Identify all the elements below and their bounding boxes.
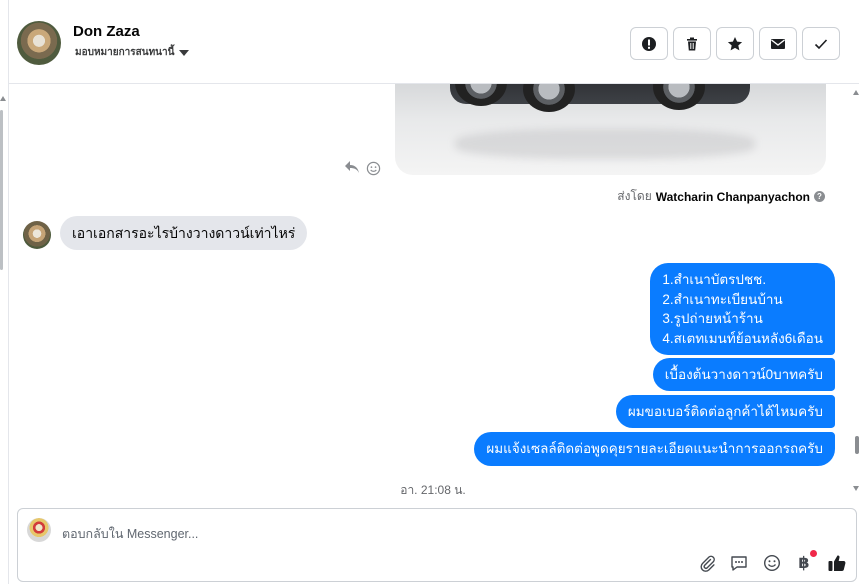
reply-icon[interactable]: [344, 160, 360, 174]
like-icon: [828, 555, 846, 571]
attach-button[interactable]: [697, 553, 717, 573]
delete-button[interactable]: [673, 27, 711, 60]
trash-icon: [687, 37, 697, 50]
like-button[interactable]: [826, 553, 848, 573]
contact-avatar[interactable]: [17, 21, 61, 65]
sent-by-line: ส่งโดย Watcharin Chanpanyachon ?: [617, 187, 825, 206]
list-item: 3.รูปถ่ายหน้าร้าน: [662, 311, 763, 326]
list-item: 1.สำเนาบัตรปชช.: [662, 272, 767, 287]
emoji-button[interactable]: [762, 553, 782, 573]
incoming-message[interactable]: เอาเอกสารอะไรบ้างวางดาวน์เท่าไหร่: [60, 216, 308, 250]
saved-reply-icon: [731, 556, 747, 571]
notification-dot: [810, 550, 817, 557]
mark-spam-button[interactable]: [630, 27, 668, 60]
contact-avatar-small: [23, 221, 51, 249]
page-avatar: [27, 518, 51, 542]
emoji-react-icon[interactable]: [366, 161, 381, 176]
list-item: 4.สเตทเมนท์ย้อนหลัง6เดือน: [662, 330, 823, 346]
assign-label: มอบหมายการสนทนานี้: [75, 47, 175, 58]
contact-name[interactable]: Don Zaza: [73, 23, 140, 40]
help-icon[interactable]: ?: [814, 191, 825, 202]
scroll-down-arrow[interactable]: [853, 486, 859, 491]
mark-unread-button[interactable]: [759, 27, 797, 60]
outgoing-message[interactable]: ผมแจ้งเซลล์ติดต่อพูดคุยรายละเอียดแนะนำกา…: [474, 432, 835, 466]
car-image-wheel: [523, 84, 575, 112]
paperclip-icon: [700, 555, 715, 572]
outgoing-message-list[interactable]: 1.สำเนาบัตรปชช. 2.สำเนาทะเบียนบ้าน 3.รูป…: [650, 263, 835, 355]
alert-icon: [642, 36, 656, 51]
mail-icon: [771, 38, 785, 49]
outgoing-message[interactable]: เบื้องต้นวางดาวน์0บาทครับ: [652, 358, 835, 391]
emoji-icon: [763, 554, 781, 572]
car-image-wheel: [653, 84, 705, 110]
scrollbar-thumb[interactable]: [855, 436, 859, 454]
car-photo-attachment[interactable]: [395, 84, 826, 175]
reply-composer[interactable]: ตอบกลับใน Messenger... ฿: [17, 508, 857, 582]
left-scrollbar-thumb[interactable]: [0, 110, 3, 270]
star-icon: [727, 36, 743, 50]
star-button[interactable]: [716, 27, 754, 60]
message-list[interactable]: ส่งโดย Watcharin Chanpanyachon ? เอาเอกส…: [9, 84, 847, 504]
conversation-header: Don Zaza มอบหมายการสนทนานี้: [9, 4, 859, 84]
check-icon: [814, 38, 828, 49]
list-item: 2.สำเนาทะเบียนบ้าน: [662, 291, 783, 307]
outgoing-message[interactable]: ผมขอเบอร์ติดต่อลูกค้าได้ไหมครับ: [615, 395, 835, 428]
sent-by-prefix: ส่งโดย: [617, 189, 652, 203]
message-timestamp: อา. 21:08 น.: [400, 483, 466, 497]
caret-down-icon: [179, 49, 190, 56]
car-image-reflection: [455, 129, 755, 159]
baht-icon: ฿: [798, 555, 810, 572]
assign-conversation-dropdown[interactable]: มอบหมายการสนทนานี้: [75, 45, 190, 60]
reply-input[interactable]: ตอบกลับใน Messenger...: [62, 524, 198, 544]
scroll-up-arrow[interactable]: [853, 90, 859, 95]
saved-replies-button[interactable]: [729, 553, 749, 573]
sent-by-name[interactable]: Watcharin Chanpanyachon: [656, 190, 810, 204]
left-scroll-up-arrow[interactable]: [0, 96, 6, 101]
payment-button[interactable]: ฿: [794, 550, 817, 573]
mark-done-button[interactable]: [802, 27, 840, 60]
